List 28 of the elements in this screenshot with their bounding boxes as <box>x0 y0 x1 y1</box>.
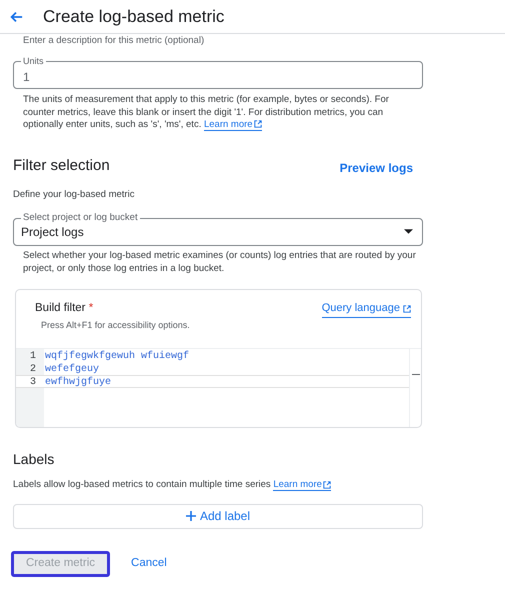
external-link-icon <box>254 120 262 128</box>
add-label-button[interactable]: Add label <box>13 504 423 528</box>
external-link-icon <box>403 304 411 312</box>
code-line[interactable]: wefefgeuy <box>44 362 409 376</box>
learn-more-link[interactable]: Learn more <box>273 479 331 492</box>
preview-logs-link[interactable]: Preview logs <box>340 158 413 177</box>
plus-icon <box>186 511 196 521</box>
page-title: Create log-based metric <box>43 6 224 28</box>
query-language-link[interactable]: Query language <box>322 300 411 318</box>
cancel-button[interactable]: Cancel <box>124 550 174 576</box>
dropdown-caret-icon[interactable] <box>404 229 413 234</box>
code-line[interactable]: wqfjfegwkfgewuh wfuiewgf <box>44 349 409 362</box>
select-help-text: Select whether your log-based metric examines (or counts) log entries that are routed by your project, or only those log entries in a log bucket. <box>23 250 417 276</box>
section-subtitle: Define your log-based metric <box>13 188 136 202</box>
labels-help-text: Labels allow log-based metrics to contain multiple time series Learn more <box>13 478 492 492</box>
accessibility-hint: Press Alt+F1 for accessibility options. <box>40 318 191 332</box>
line-number: 2 <box>28 363 37 376</box>
code-line[interactable]: ewfhwjgfuye <box>44 375 409 388</box>
line-number: 3 <box>16 375 44 388</box>
line-number: 1 <box>28 350 37 362</box>
units-help-text: The units of measurement that apply to this metric (for example, bytes or seconds). For counter metrics, leave this blank or insert the digit '1'. For distribution metrics, you can optionally enter units, such as 's', 'ms', etc. Learn more <box>23 94 390 132</box>
learn-more-link[interactable]: Learn more <box>204 119 262 131</box>
filter-title: Build filter * <box>35 301 94 316</box>
description-hint: Enter a description for this metric (optional) <box>23 35 206 46</box>
external-link-icon <box>322 480 331 489</box>
section-heading: Labels <box>13 450 56 470</box>
back-arrow-icon[interactable] <box>9 10 23 24</box>
section-heading: Filter selection <box>13 156 110 176</box>
